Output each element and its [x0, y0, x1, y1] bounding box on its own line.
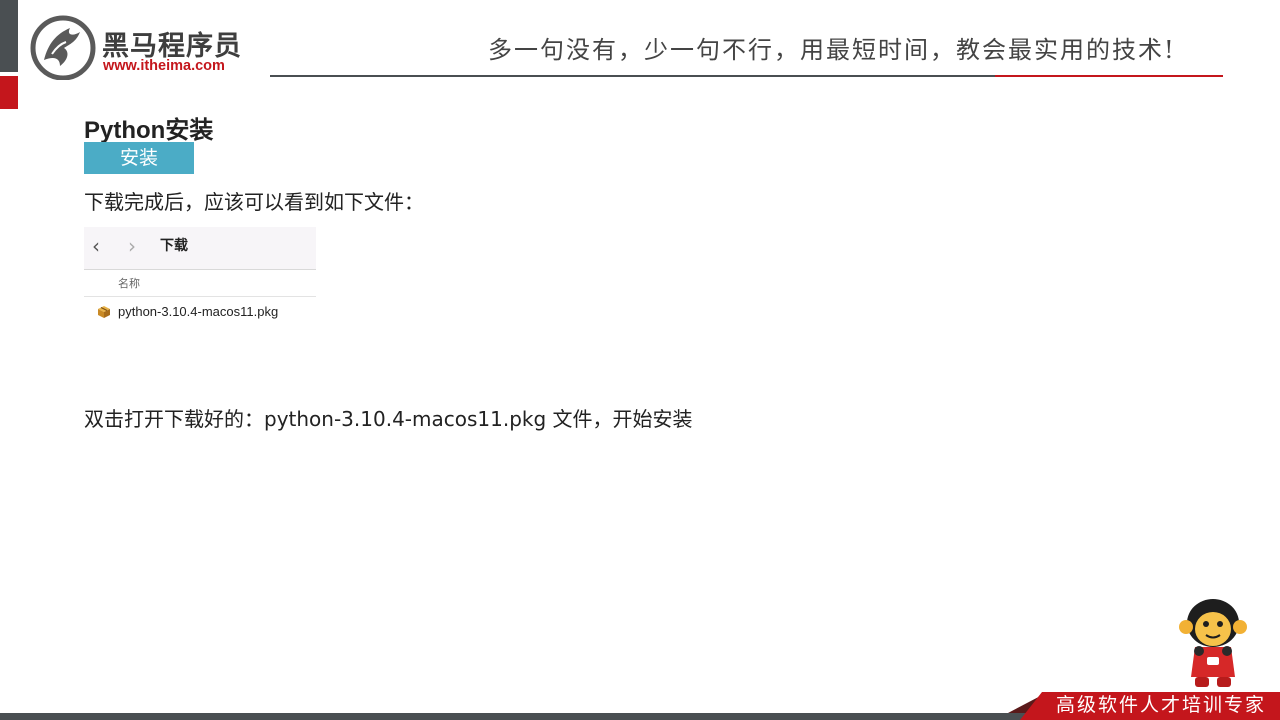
brand-logo: 黑马程序员 www.itheima.com: [30, 14, 250, 80]
finder-toolbar: ‹ › 下载: [84, 227, 316, 269]
header-divider-accent: [995, 75, 1223, 77]
left-edge-dark: [0, 0, 18, 72]
column-header-name[interactable]: 名称: [118, 275, 140, 291]
chevron-right-icon[interactable]: ›: [128, 234, 136, 258]
instruction-text-1: 下载完成后，应该可以看到如下文件：: [84, 190, 424, 214]
slogan: 多一句没有，少一句不行，用最短时间，教会最实用的技术!: [488, 36, 1176, 64]
finder-divider: [84, 296, 316, 297]
left-edge-red: [0, 76, 18, 109]
instruction-text-2: 双击打开下载好的：python-3.10.4-macos11.pkg 文件，开始…: [84, 407, 693, 431]
mascot-image: [1179, 599, 1247, 687]
package-icon: [98, 306, 110, 318]
finder-divider: [84, 269, 316, 270]
horse-logo-icon: [30, 15, 96, 80]
section-tag: 安装: [84, 142, 194, 174]
chevron-left-icon[interactable]: ‹: [92, 234, 100, 258]
header-divider: [270, 75, 995, 77]
finder-title: 下载: [160, 238, 188, 254]
page-title: Python安装: [84, 117, 214, 144]
file-list-item[interactable]: python-3.10.4-macos11.pkg: [118, 304, 278, 319]
footer-tagline: 高级软件人才培训专家: [1055, 694, 1266, 716]
brand-url: www.itheima.com: [103, 58, 225, 74]
finder-window: ‹ › 下载 名称 python-3.10.4-macos11.pkg: [84, 227, 316, 327]
